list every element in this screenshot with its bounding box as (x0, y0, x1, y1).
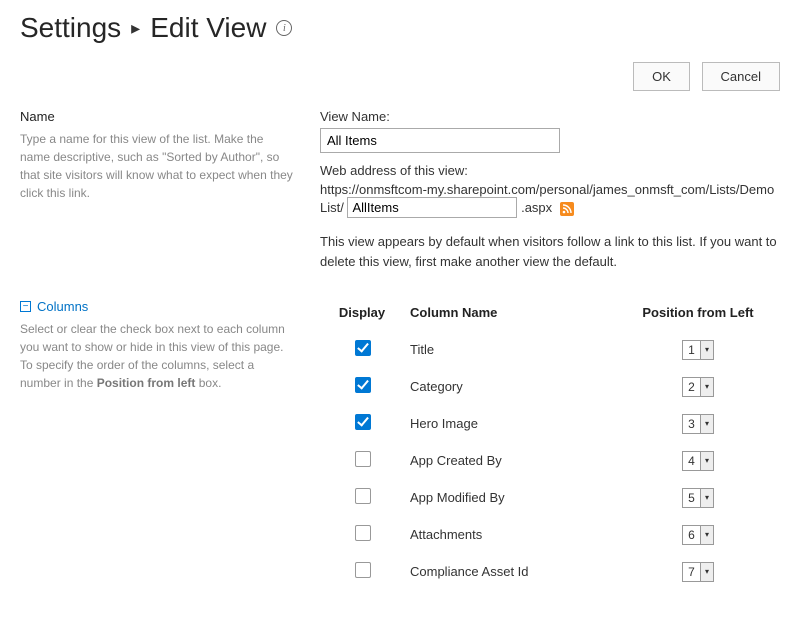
display-checkbox[interactable] (355, 562, 371, 578)
columns-table: Display Column Name Position from Left T… (320, 299, 780, 591)
column-name: Compliance Asset Id (404, 554, 616, 589)
url-ext: .aspx (521, 200, 552, 215)
display-checkbox[interactable] (355, 414, 371, 430)
column-name: Hero Image (404, 406, 616, 441)
web-address-label: Web address of this view: (320, 163, 780, 178)
columns-section: − Columns Select or clear the check box … (20, 299, 780, 591)
header-column-name: Column Name (404, 301, 616, 330)
breadcrumb: Settings ▸ Edit View i (20, 12, 780, 44)
chevron-down-icon[interactable]: ▾ (701, 452, 713, 470)
display-checkbox[interactable] (355, 377, 371, 393)
view-name-input[interactable] (320, 128, 560, 153)
cancel-button[interactable]: Cancel (702, 62, 780, 91)
position-select[interactable]: 3▾ (682, 414, 714, 434)
column-name: App Created By (404, 443, 616, 478)
position-value: 7 (683, 563, 701, 581)
table-row: Title 1▾ (322, 332, 778, 367)
position-value: 1 (683, 341, 701, 359)
table-row: Hero Image 3▾ (322, 406, 778, 441)
view-name-label: View Name: (320, 109, 780, 124)
position-select[interactable]: 1▾ (682, 340, 714, 360)
table-row: Compliance Asset Id 7▾ (322, 554, 778, 589)
chevron-down-icon[interactable]: ▾ (701, 341, 713, 359)
name-section-desc: Type a name for this view of the list. M… (20, 130, 296, 202)
header-display: Display (322, 301, 402, 330)
table-row: Category 2▾ (322, 369, 778, 404)
table-row: App Created By 4▾ (322, 443, 778, 478)
breadcrumb-parent[interactable]: Settings (20, 12, 121, 44)
column-name: Category (404, 369, 616, 404)
columns-section-desc: Select or clear the check box next to ea… (20, 320, 296, 392)
header-position: Position from Left (618, 301, 778, 330)
position-select[interactable]: 4▾ (682, 451, 714, 471)
position-value: 3 (683, 415, 701, 433)
position-value: 2 (683, 378, 701, 396)
column-name: App Modified By (404, 480, 616, 515)
ok-button[interactable]: OK (633, 62, 690, 91)
position-select[interactable]: 6▾ (682, 525, 714, 545)
display-checkbox[interactable] (355, 525, 371, 541)
columns-section-title[interactable]: Columns (37, 299, 88, 314)
url-file-input[interactable] (347, 197, 517, 218)
position-select[interactable]: 5▾ (682, 488, 714, 508)
breadcrumb-current: Edit View (150, 12, 266, 44)
position-value: 5 (683, 489, 701, 507)
default-view-note: This view appears by default when visito… (320, 232, 780, 271)
display-checkbox[interactable] (355, 488, 371, 504)
column-name: Title (404, 332, 616, 367)
display-checkbox[interactable] (355, 451, 371, 467)
table-row: App Modified By 5▾ (322, 480, 778, 515)
position-select[interactable]: 7▾ (682, 562, 714, 582)
chevron-down-icon[interactable]: ▾ (701, 378, 713, 396)
rss-icon[interactable] (560, 202, 574, 216)
chevron-right-icon: ▸ (131, 18, 140, 39)
chevron-down-icon[interactable]: ▾ (701, 526, 713, 544)
chevron-down-icon[interactable]: ▾ (701, 415, 713, 433)
column-name: Attachments (404, 517, 616, 552)
action-buttons: OK Cancel (20, 62, 780, 91)
collapse-icon[interactable]: − (20, 301, 31, 312)
table-row: Attachments 6▾ (322, 517, 778, 552)
chevron-down-icon[interactable]: ▾ (701, 489, 713, 507)
info-icon[interactable]: i (276, 20, 292, 36)
name-section-title: Name (20, 109, 296, 124)
display-checkbox[interactable] (355, 340, 371, 356)
position-value: 4 (683, 452, 701, 470)
position-select[interactable]: 2▾ (682, 377, 714, 397)
name-section: Name Type a name for this view of the li… (20, 109, 780, 271)
chevron-down-icon[interactable]: ▾ (701, 563, 713, 581)
position-value: 6 (683, 526, 701, 544)
